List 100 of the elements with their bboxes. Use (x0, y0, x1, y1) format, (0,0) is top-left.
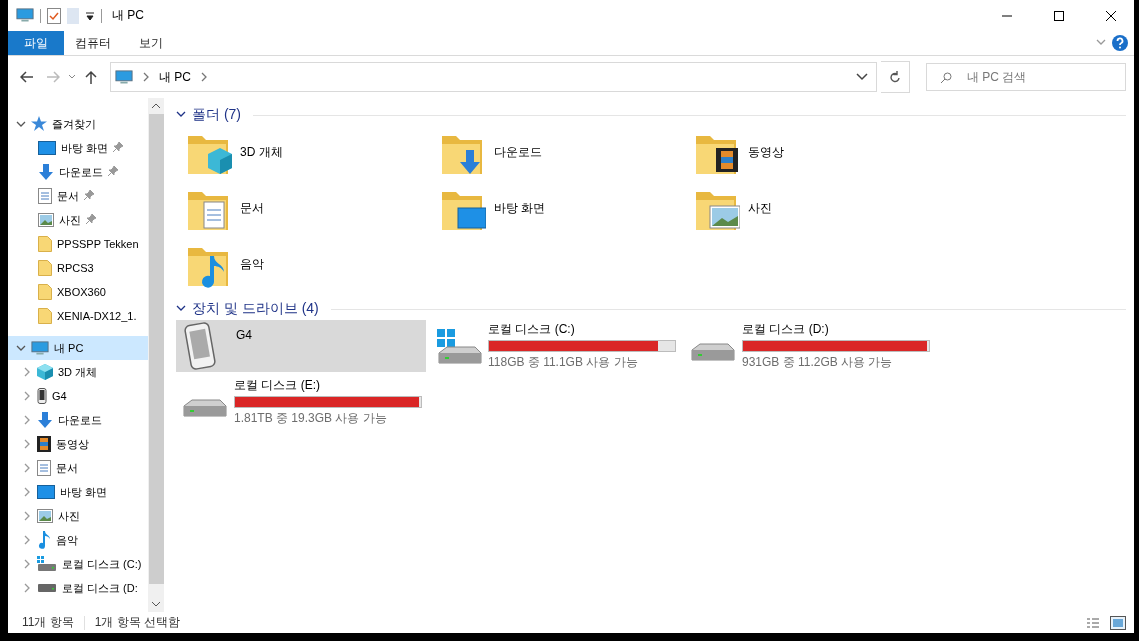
ribbon-tab[interactable]: 컴퓨터 (64, 31, 122, 55)
drive-icon (37, 556, 57, 572)
refresh-icon (889, 70, 901, 84)
chevron-right-icon (22, 439, 32, 449)
forward-arrow-icon (46, 71, 60, 83)
breadcrumb[interactable]: 내 PC (159, 68, 191, 86)
chevron-right-icon (22, 415, 32, 425)
computer-icon (115, 69, 133, 85)
download-arrow-icon (38, 164, 54, 180)
nav-item[interactable]: 내 PC (8, 336, 148, 360)
nav-item[interactable]: 로컬 디스크 (C:) (8, 552, 148, 576)
chevron-down-icon (176, 303, 186, 313)
nav-item[interactable]: XENIA-DX12_1. (8, 304, 148, 328)
nav-item[interactable]: 즐겨찾기 (8, 112, 148, 136)
chevron-down-icon (176, 109, 186, 119)
pin-icon (113, 142, 124, 152)
nav-item[interactable]: 문서 (8, 456, 148, 480)
address-bar[interactable]: 내 PC (110, 62, 877, 92)
nav-item[interactable]: 바탕 화면 (8, 480, 148, 504)
document-icon (38, 188, 52, 204)
scroll-up-icon[interactable] (151, 102, 161, 110)
search-field[interactable]: 내 PC 검색 (926, 63, 1126, 91)
dropdown-icon[interactable] (856, 73, 868, 81)
desktop-icon (37, 485, 55, 499)
nav-item[interactable]: 로컬 디스크 (D: (8, 576, 148, 600)
item-count: 11개 항목 (22, 614, 74, 631)
chevron-right-icon (22, 535, 32, 545)
chevron-right-icon (22, 559, 32, 569)
chevron-right-icon (22, 463, 32, 473)
picture-icon (37, 509, 53, 523)
folder-icon (38, 260, 52, 276)
drive-item[interactable]: 로컬 디스크 (C:) 118GB 중 11.1GB 사용 가능 (430, 320, 680, 372)
folder-icon (38, 284, 52, 300)
star-icon (31, 116, 47, 132)
nav-item[interactable]: 바탕 화면 (8, 136, 148, 160)
section-header[interactable]: 폴더 (7) (192, 106, 241, 124)
ribbon-tab[interactable]: 보기 (122, 31, 180, 55)
nav-item[interactable]: 음악 (8, 528, 148, 552)
window-title: 내 PC (112, 7, 145, 24)
computer-icon (16, 8, 34, 23)
chevron-right-icon (22, 487, 32, 497)
scroll-down-icon[interactable] (151, 600, 161, 608)
nav-item[interactable]: 사진 (8, 208, 148, 232)
back-arrow-icon (20, 71, 34, 83)
cube-icon (37, 364, 53, 380)
nav-item[interactable]: XBOX360 (8, 280, 148, 304)
pin-icon (84, 190, 94, 200)
customize-dropdown-icon[interactable] (85, 10, 95, 21)
ribbon-tab[interactable]: 파일 (8, 31, 64, 55)
drive-icon (37, 583, 57, 593)
music-note-icon (37, 531, 51, 549)
computer-icon (31, 340, 49, 356)
phone-icon (37, 388, 47, 404)
nav-item[interactable]: 다운로드 (8, 160, 148, 184)
nav-item[interactable]: 3D 개체 (8, 360, 148, 384)
download-arrow-icon (37, 412, 53, 428)
maximize-icon (1053, 9, 1065, 22)
chevron-down-icon (1096, 37, 1106, 47)
chevron-right-icon (199, 72, 209, 82)
help-icon[interactable] (1112, 35, 1128, 51)
close-icon (1105, 9, 1117, 22)
pin-icon (108, 166, 118, 176)
film-icon (37, 436, 51, 452)
search-icon (940, 72, 952, 84)
folder-item[interactable]: 음악 (186, 238, 440, 294)
refresh-button[interactable] (881, 61, 910, 93)
folder-item[interactable]: 사진 (694, 182, 948, 238)
section-header[interactable]: 장치 및 드라이브 (4) (192, 300, 319, 318)
drive-item[interactable]: 로컬 디스크 (E:) 1.81TB 중 19.3GB 사용 가능 (176, 376, 426, 428)
selection-count: 1개 항목 선택함 (94, 614, 181, 631)
folder-item[interactable]: 3D 개체 (186, 126, 440, 182)
nav-item[interactable]: 동영상 (8, 432, 148, 456)
large-icons-view-icon[interactable] (1110, 615, 1126, 630)
chevron-right-icon (141, 72, 151, 82)
pin-icon (86, 214, 96, 224)
scrollbar[interactable] (148, 98, 164, 612)
document-icon (37, 460, 51, 476)
nav-item[interactable]: 문서 (8, 184, 148, 208)
recent-locations-icon[interactable] (68, 74, 76, 80)
nav-item[interactable]: 사진 (8, 504, 148, 528)
chevron-right-icon (22, 367, 32, 377)
folder-item[interactable]: 동영상 (694, 126, 948, 182)
device-item[interactable]: G4 (176, 320, 426, 372)
picture-icon (38, 213, 54, 227)
folder-item[interactable]: 다운로드 (440, 126, 694, 182)
nav-item[interactable]: PPSSPP Tekken (8, 232, 148, 256)
nav-item[interactable]: 다운로드 (8, 408, 148, 432)
chevron-down-icon (16, 119, 26, 129)
folder-item[interactable]: 바탕 화면 (440, 182, 694, 238)
nav-item[interactable]: RPCS3 (8, 256, 148, 280)
chevron-right-icon (22, 583, 32, 593)
folder-icon (38, 236, 52, 252)
up-arrow-icon (85, 70, 97, 84)
chevron-right-icon (22, 391, 32, 401)
folder-icon (38, 308, 52, 324)
nav-item[interactable]: G4 (8, 384, 148, 408)
drive-item[interactable]: 로컬 디스크 (D:) 931GB 중 11.2GB 사용 가능 (684, 320, 934, 372)
chevron-right-icon (22, 511, 32, 521)
folder-item[interactable]: 문서 (186, 182, 440, 238)
properties-icon[interactable] (47, 7, 61, 24)
